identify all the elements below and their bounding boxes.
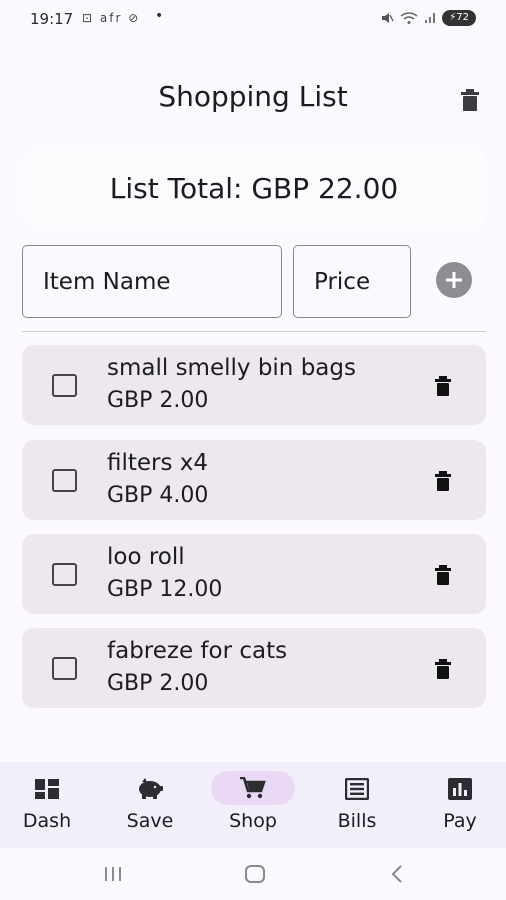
system-navigation-bar (0, 848, 506, 900)
trash-icon (435, 376, 451, 396)
list-item: small smelly bin bags GBP 2.00 (22, 345, 486, 425)
recent-apps-button[interactable] (98, 862, 128, 886)
nav-label: Dash (22, 810, 72, 832)
list-item: loo roll GBP 12.00 (22, 534, 486, 614)
piggy-bank-icon (139, 778, 163, 799)
nav-label: Shop (229, 810, 277, 832)
item-price: GBP 2.00 (107, 671, 209, 696)
list-item: fabreze for cats GBP 2.00 (22, 628, 486, 708)
nav-item-dash[interactable]: Dash (0, 762, 97, 848)
item-name: fabreze for cats (107, 638, 288, 664)
list-total: List Total: GBP 22.00 (109, 171, 399, 205)
mute-icon (382, 13, 394, 23)
nav-item-bills[interactable]: Bills (307, 762, 407, 848)
plus-icon (446, 272, 462, 288)
recent-apps-icon (105, 867, 121, 881)
nav-item-shop[interactable]: Shop (203, 762, 303, 848)
page-title: Shopping List (158, 80, 348, 113)
bottom-navigation: Dash Save Shop Bills Pay (0, 762, 506, 848)
nav-item-pay[interactable]: Pay (410, 762, 506, 848)
back-icon (391, 865, 402, 883)
status-notification-icons: ⊡ afr ⊘ (82, 11, 141, 25)
trash-icon (461, 89, 479, 111)
delete-item-button[interactable] (428, 466, 458, 496)
app-screen: 19:17 ⊡ afr ⊘ • ⚡72 Shopping List List T… (0, 0, 506, 900)
trash-icon (435, 659, 451, 679)
nav-item-save[interactable]: Save (100, 762, 200, 848)
shopping-cart-icon (240, 777, 266, 799)
status-dot: • (155, 8, 164, 24)
dashboard-icon (35, 779, 59, 799)
delete-item-button[interactable] (428, 371, 458, 401)
home-button[interactable] (240, 862, 270, 886)
nav-label: Bills (337, 810, 377, 832)
wifi-icon (400, 11, 418, 24)
divider (22, 331, 486, 332)
back-button[interactable] (382, 862, 412, 886)
trash-icon (435, 471, 451, 491)
item-name: small smelly bin bags (107, 355, 356, 381)
item-checkbox[interactable] (52, 563, 77, 586)
item-name-input[interactable] (22, 245, 282, 318)
battery-indicator: ⚡72 (442, 10, 476, 26)
add-item-button[interactable] (436, 262, 472, 298)
status-time: 19:17 (30, 10, 74, 28)
item-name: filters x4 (107, 450, 209, 476)
item-price: GBP 2.00 (107, 388, 209, 413)
item-checkbox[interactable] (52, 374, 77, 397)
clear-list-button[interactable] (455, 85, 485, 115)
status-bar: 19:17 ⊡ afr ⊘ • ⚡72 (0, 0, 506, 38)
receipt-icon (345, 778, 369, 800)
nav-label: Pay (443, 810, 477, 832)
delete-item-button[interactable] (428, 654, 458, 684)
item-name: loo roll (107, 544, 185, 570)
item-checkbox[interactable] (52, 469, 77, 492)
list-item: filters x4 GBP 4.00 (22, 440, 486, 520)
item-price: GBP 4.00 (107, 483, 209, 508)
price-input[interactable] (293, 245, 411, 318)
battery-level: 72 (456, 12, 469, 23)
delete-item-button[interactable] (428, 560, 458, 590)
nav-label: Save (126, 810, 174, 832)
trash-icon (435, 565, 451, 585)
signal-icon (425, 13, 436, 23)
home-icon (245, 865, 265, 883)
status-right-group: ⚡72 (380, 10, 476, 26)
bar-chart-icon (448, 778, 472, 800)
item-checkbox[interactable] (52, 657, 77, 680)
list-total-card: List Total: GBP 22.00 (22, 150, 486, 226)
item-price: GBP 12.00 (107, 577, 223, 602)
